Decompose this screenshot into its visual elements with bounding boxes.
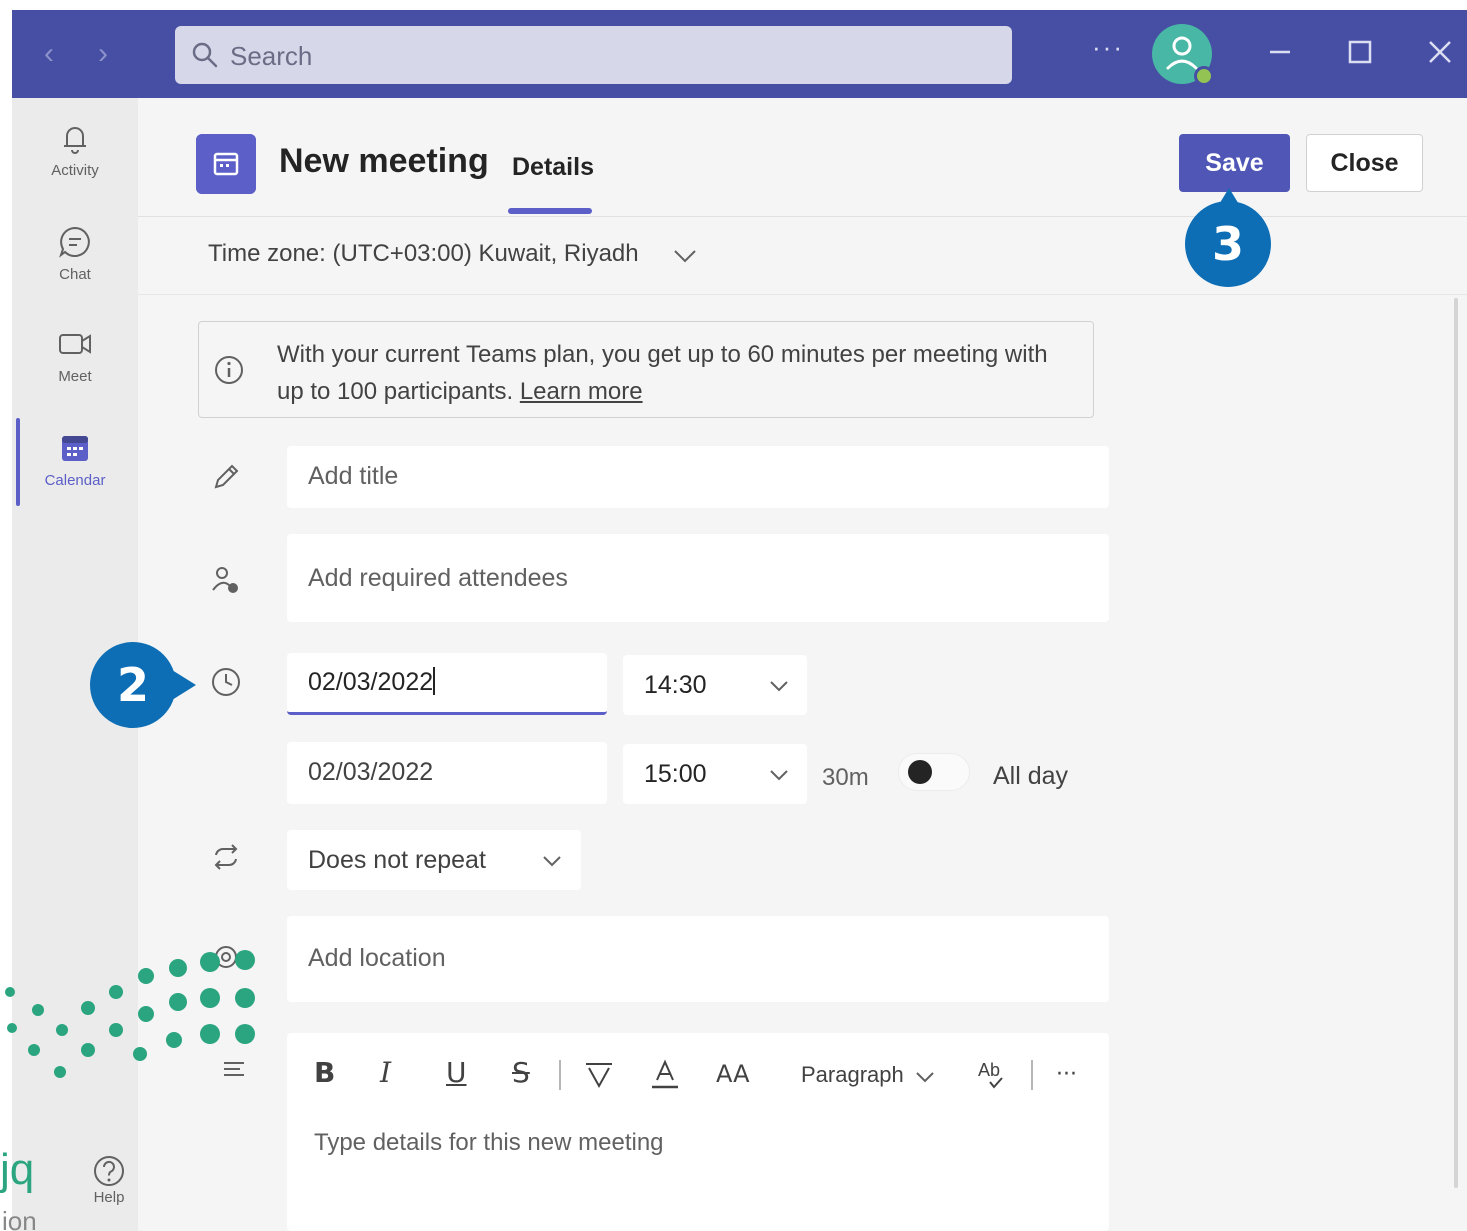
chat-icon [59, 226, 90, 258]
end-date-input[interactable]: 02/03/2022 [287, 742, 607, 804]
title-bar: ‹ › Search ··· [12, 10, 1467, 98]
close-window-icon[interactable] [1418, 30, 1462, 74]
divider [138, 216, 1467, 217]
add-person-icon [212, 567, 238, 593]
start-date-input[interactable]: 02/03/2022 [287, 653, 607, 715]
highlight-icon[interactable] [582, 1058, 616, 1092]
presence-badge [1194, 66, 1214, 86]
more-format-button[interactable]: ··· [1056, 1062, 1077, 1087]
step-callout-3: 3 [1185, 201, 1271, 287]
search-placeholder: Search [230, 41, 313, 71]
toolbar-divider [559, 1060, 561, 1090]
bell-icon [64, 127, 86, 154]
tab-active-indicator [508, 208, 592, 214]
close-button[interactable]: Close [1306, 134, 1423, 192]
location-input[interactable]: Add location [287, 916, 1109, 1002]
rail-label: Calendar [44, 472, 106, 489]
minimize-icon[interactable] [1258, 30, 1302, 74]
clock-icon [212, 668, 240, 696]
step-callout-2: 2 [90, 642, 176, 728]
meeting-form: New meeting Details Save Close Time zone… [138, 98, 1467, 1231]
callout-pointer [172, 670, 196, 700]
rail-label: Meet [58, 368, 92, 385]
chevron-down-icon[interactable] [914, 1070, 936, 1084]
search-input[interactable]: Search [175, 26, 1012, 84]
all-day-label: All day [993, 762, 1069, 790]
start-time-select[interactable]: 14:30 [623, 655, 807, 715]
chevron-down-icon [770, 770, 788, 781]
watermark-small-text: ion [2, 1206, 37, 1231]
maximize-icon[interactable] [1338, 30, 1382, 74]
chevron-down-icon [543, 856, 561, 867]
underline-button[interactable]: U [446, 1056, 467, 1089]
search-icon [192, 42, 218, 68]
rail-label: Activity [51, 162, 99, 179]
spell-check-icon[interactable]: Ab [976, 1056, 1012, 1092]
repeat-select[interactable]: Does not repeat [287, 830, 581, 890]
more-options-button[interactable]: ··· [1092, 32, 1124, 63]
chevron-down-icon [770, 681, 788, 692]
rail-item-calendar[interactable]: Calendar [12, 428, 138, 514]
chevron-down-icon[interactable] [671, 246, 699, 266]
avatar[interactable] [1152, 24, 1214, 86]
video-icon [59, 334, 91, 354]
page-title: New meeting [279, 142, 489, 180]
attendees-placeholder: Add required attendees [308, 564, 568, 592]
callout-pointer [1218, 188, 1240, 206]
divider [138, 294, 1467, 295]
scrollbar[interactable] [1454, 298, 1458, 1188]
toggle-knob [908, 760, 932, 784]
learn-more-link[interactable]: Learn more [520, 378, 643, 405]
paragraph-style-select[interactable]: Paragraph [801, 1062, 904, 1088]
font-size-button[interactable]: AA [716, 1060, 750, 1088]
repeat-value: Does not repeat [308, 846, 486, 874]
calendar-icon [196, 134, 256, 194]
tab-details[interactable]: Details [512, 153, 594, 182]
bold-button[interactable]: B [314, 1056, 335, 1089]
rail-label: Help [93, 1189, 125, 1206]
end-time-select[interactable]: 15:00 [623, 744, 807, 804]
timezone-selector[interactable]: Time zone: (UTC+03:00) Kuwait, Riyadh [208, 240, 639, 268]
rail-item-meet[interactable]: Meet [12, 324, 138, 410]
italic-button[interactable]: I [380, 1056, 391, 1089]
forward-arrow-icon[interactable]: › [88, 36, 118, 72]
duration-label: 30m [822, 764, 869, 791]
back-arrow-icon[interactable]: ‹ [34, 36, 64, 72]
repeat-icon [214, 844, 238, 870]
calendar-icon [62, 436, 88, 461]
save-button[interactable]: Save [1179, 134, 1290, 192]
text-caret [433, 667, 436, 695]
watermark-logo-text: jq [0, 1145, 35, 1194]
info-icon [215, 356, 243, 384]
start-time-value: 14:30 [644, 671, 707, 699]
attendees-input[interactable]: Add required attendees [287, 534, 1109, 622]
toolbar-divider [1031, 1060, 1033, 1090]
banner-message: With your current Teams plan, you get up… [277, 341, 1048, 405]
rail-active-indicator [16, 418, 20, 506]
location-placeholder: Add location [308, 944, 446, 972]
rail-item-help[interactable]: Help [64, 1153, 154, 1206]
rail-item-chat[interactable]: Chat [12, 222, 138, 308]
strikethrough-button[interactable]: S [512, 1056, 530, 1089]
end-date-value: 02/03/2022 [308, 758, 434, 786]
help-icon [94, 1156, 124, 1186]
end-time-value: 15:00 [644, 760, 707, 788]
svg-text:Ab: Ab [978, 1060, 1000, 1080]
logo-dots-icon [5, 950, 255, 1078]
pencil-icon [214, 464, 239, 489]
start-date-text: 02/03/2022 [308, 668, 434, 696]
details-placeholder: Type details for this new meeting [314, 1129, 664, 1156]
banner-text: With your current Teams plan, you get up… [277, 336, 1057, 410]
font-color-icon[interactable] [648, 1056, 682, 1092]
start-date-value: 02/03/2022 [308, 667, 436, 697]
all-day-toggle[interactable] [898, 753, 970, 791]
title-input[interactable]: Add title [287, 446, 1109, 508]
title-placeholder: Add title [308, 462, 399, 490]
rail-item-activity[interactable]: Activity [12, 118, 138, 204]
rail-label: Chat [59, 266, 91, 283]
plan-info-banner: With your current Teams plan, you get up… [198, 321, 1094, 418]
